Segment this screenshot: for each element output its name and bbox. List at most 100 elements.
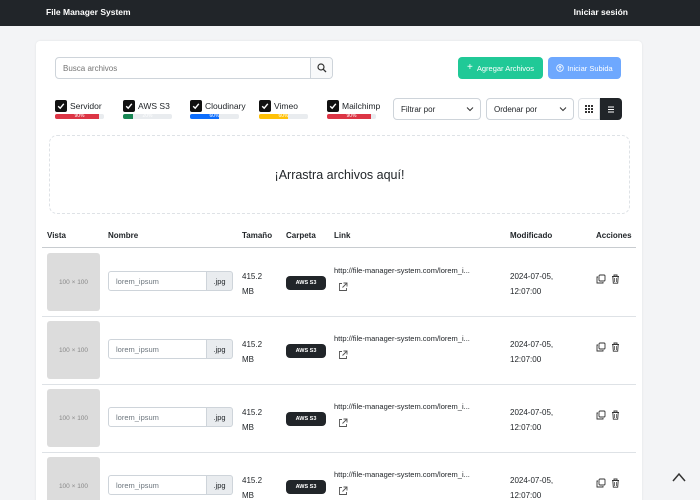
storage-usage-percent: 20%	[142, 114, 153, 119]
open-link-button[interactable]	[338, 350, 348, 362]
delete-button[interactable]	[611, 410, 620, 422]
header-name: Nombre	[108, 231, 139, 240]
trash-icon	[612, 478, 619, 488]
search-input[interactable]	[56, 58, 310, 78]
file-size-unit: MB	[242, 423, 254, 432]
file-thumbnail[interactable]: 100 × 100	[47, 457, 100, 500]
start-upload-button[interactable]: Iniciar Subida	[548, 57, 621, 79]
filter-select[interactable]: Filtrar por	[393, 98, 481, 120]
check-icon	[329, 103, 337, 110]
list-view-button[interactable]	[600, 98, 622, 120]
chevron-down-icon	[559, 107, 567, 112]
storage-filter-item[interactable]: AWS S3 20%	[123, 100, 172, 122]
storage-filter-row: Cloudinary	[190, 100, 246, 112]
storage-checkbox[interactable]	[259, 100, 271, 112]
file-link[interactable]: http://file-manager-system.com/lorem_i..…	[334, 334, 494, 343]
storage-filter-item[interactable]: Mailchimp 90%	[327, 100, 380, 122]
table-row: 100 × 100 .jpg 415.2 MB AWS S3 http://file-ma…	[42, 249, 636, 317]
copy-icon	[596, 478, 606, 488]
delete-button[interactable]	[611, 342, 620, 354]
search-group	[55, 57, 333, 79]
storage-usage-percent: 90%	[74, 114, 85, 119]
add-files-button[interactable]: + Agregar Archivos	[458, 57, 543, 79]
delete-button[interactable]	[611, 478, 620, 490]
search-icon	[316, 63, 326, 73]
modified-date-value: 2024-07-05,	[510, 272, 554, 281]
storage-checkbox[interactable]	[55, 100, 67, 112]
folder-badge: AWS S3	[286, 480, 326, 494]
header-size: Tamaño	[242, 231, 273, 240]
file-thumbnail[interactable]: 100 × 100	[47, 253, 100, 311]
scroll-to-top-button[interactable]	[671, 471, 687, 485]
chevron-down-icon	[466, 107, 474, 112]
file-name-input[interactable]	[108, 339, 207, 359]
grid-view-button[interactable]	[578, 98, 600, 120]
storage-usage-percent: 60%	[209, 114, 220, 119]
open-link-button[interactable]	[338, 282, 348, 294]
file-size-unit: MB	[242, 491, 254, 500]
table-row: 100 × 100 .jpg 415.2 MB AWS S3 http://file-ma…	[42, 385, 636, 453]
file-size-unit: MB	[242, 355, 254, 364]
file-name-input[interactable]	[108, 475, 207, 495]
copy-icon	[596, 342, 606, 352]
file-size: 415.2 MB	[242, 337, 262, 367]
storage-checkbox[interactable]	[190, 100, 202, 112]
external-link-icon	[339, 282, 348, 291]
file-name-group: .jpg	[108, 339, 233, 359]
thumbnail-placeholder: 100 × 100	[58, 482, 89, 490]
storage-checkbox[interactable]	[327, 100, 339, 112]
file-link[interactable]: http://file-manager-system.com/lorem_i..…	[334, 402, 494, 411]
open-link-button[interactable]	[338, 486, 348, 498]
brand-title[interactable]: File Manager System	[46, 7, 131, 17]
start-upload-label: Iniciar Subida	[567, 63, 613, 73]
login-link[interactable]: Iniciar sesión	[574, 7, 628, 17]
file-name-group: .jpg	[108, 271, 233, 291]
external-link-icon	[339, 418, 348, 427]
header-view: Vista	[47, 231, 66, 240]
file-link[interactable]: http://file-manager-system.com/lorem_i..…	[334, 470, 494, 479]
grid-icon	[585, 105, 593, 113]
open-link-button[interactable]	[338, 418, 348, 430]
storage-filter-item[interactable]: Servidor 90%	[55, 100, 104, 122]
filter-select-value: Filtrar por	[401, 104, 436, 114]
add-files-label: Agregar Archivos	[476, 63, 534, 73]
delete-button[interactable]	[611, 274, 620, 286]
storage-filter-item[interactable]: Vimeo 60%	[259, 100, 308, 122]
external-link-icon	[339, 350, 348, 359]
header-link: Link	[334, 231, 351, 240]
dropzone[interactable]: ¡Arrastra archivos aquí!	[49, 135, 630, 214]
file-name-input[interactable]	[108, 407, 207, 427]
storage-usage-bar: 90%	[55, 114, 104, 119]
copy-button[interactable]	[596, 478, 606, 490]
file-size-value: 415.2	[242, 340, 263, 349]
file-link[interactable]: http://file-manager-system.com/lorem_i..…	[334, 266, 494, 275]
storage-filter-item[interactable]: Cloudinary 60%	[190, 100, 246, 122]
storage-usage-bar: 60%	[259, 114, 308, 119]
file-size: 415.2 MB	[242, 269, 262, 299]
storage-label: Mailchimp	[342, 101, 381, 111]
modified-date: 2024-07-05, 12:07:00	[510, 269, 553, 299]
storage-usage-percent: 60%	[278, 114, 289, 119]
modified-date: 2024-07-05, 12:07:00	[510, 405, 553, 435]
copy-button[interactable]	[596, 274, 606, 286]
file-name-input[interactable]	[108, 271, 207, 291]
sort-select[interactable]: Ordenar por	[486, 98, 574, 120]
storage-usage-bar: 90%	[327, 114, 376, 119]
header-actions: Acciones	[596, 231, 632, 240]
navbar: File Manager System Iniciar sesión	[0, 0, 700, 26]
file-extension: .jpg	[207, 339, 233, 359]
external-link-icon	[339, 486, 348, 495]
storage-usage-bar: 60%	[190, 114, 239, 119]
file-extension: .jpg	[207, 407, 233, 427]
check-icon	[261, 103, 269, 110]
copy-button[interactable]	[596, 342, 606, 354]
file-thumbnail[interactable]: 100 × 100	[47, 389, 100, 447]
search-button[interactable]	[310, 58, 332, 78]
file-thumbnail[interactable]: 100 × 100	[47, 321, 100, 379]
modified-date: 2024-07-05, 12:07:00	[510, 337, 553, 367]
copy-button[interactable]	[596, 410, 606, 422]
storage-label: Servidor	[70, 101, 102, 111]
modified-date-value: 2024-07-05,	[510, 340, 554, 349]
storage-filter-row: AWS S3	[123, 100, 172, 112]
storage-checkbox[interactable]	[123, 100, 135, 112]
